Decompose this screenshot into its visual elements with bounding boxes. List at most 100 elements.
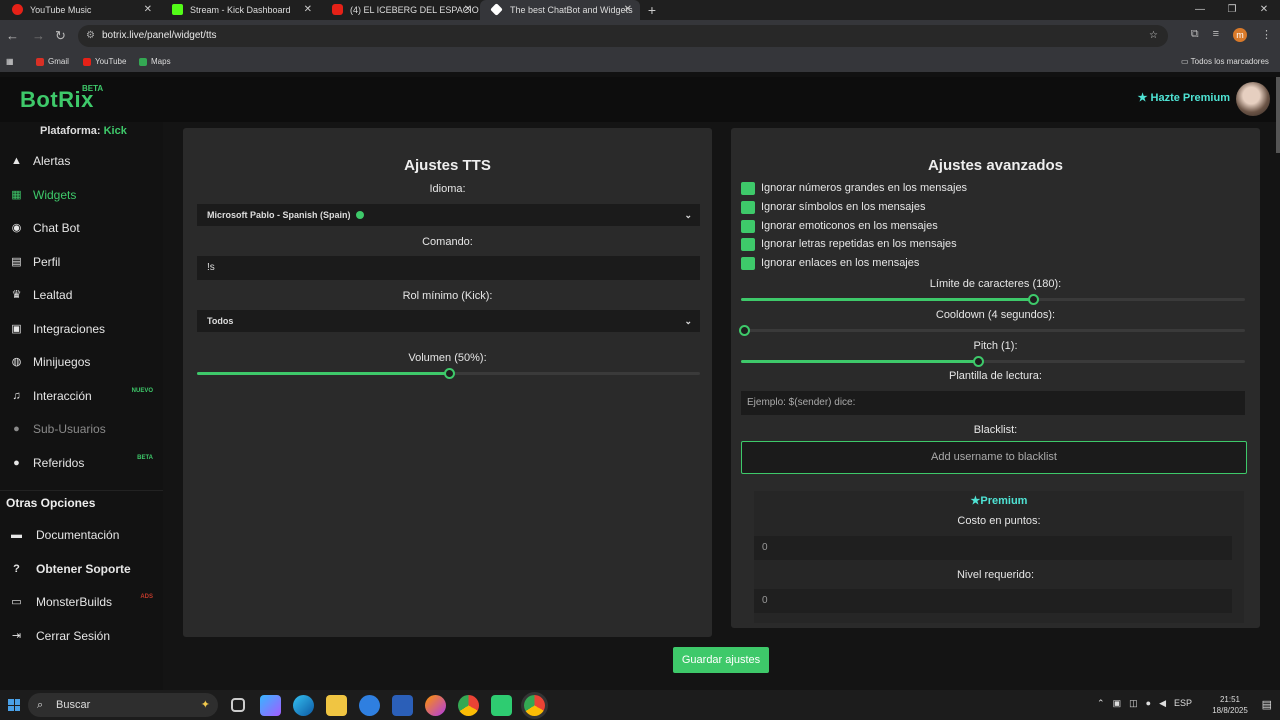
premium-heading: ★Premium xyxy=(970,495,1028,507)
sidebar-item-interaccion[interactable]: ♫ Interacción NUEVO xyxy=(0,383,163,409)
reload-icon[interactable]: ↻ xyxy=(55,28,66,44)
tray-chevron-icon[interactable]: ⌃ xyxy=(1097,698,1105,709)
slider-fill xyxy=(741,360,978,363)
volume-icon[interactable]: ◀ xyxy=(1159,698,1166,709)
checkbox-ignore-repeated[interactable] xyxy=(741,238,755,251)
taskbar-search[interactable]: ⌕ Buscar ✦ xyxy=(28,693,218,717)
forward-icon[interactable]: → xyxy=(32,28,45,43)
taskbar-clock[interactable]: 21:51 18/8/2025 xyxy=(1210,694,1250,716)
panel-title: Ajustes TTS xyxy=(404,157,491,174)
youtube-icon xyxy=(83,57,91,66)
char-limit-label: Límite de caracteres (180): xyxy=(929,278,1062,290)
folder-icon: ▭ xyxy=(1181,57,1191,66)
level-input[interactable]: 0 xyxy=(754,589,1232,613)
book-icon: ▬ xyxy=(11,529,22,541)
pitch-slider[interactable] xyxy=(741,356,1245,367)
tray-app-icon[interactable]: ▣ xyxy=(1113,698,1122,709)
sidebar-item-perfil[interactable]: ▤ Perfil xyxy=(0,249,163,275)
cost-input[interactable]: 0 xyxy=(754,536,1232,560)
sidebar-item-obtener-soporte[interactable]: ? Obtener Soporte xyxy=(0,556,163,582)
notification-icon[interactable]: ▤ xyxy=(1262,698,1272,711)
extensions-icon[interactable]: ⧉ xyxy=(1191,28,1199,42)
language-indicator[interactable]: ESP xyxy=(1174,698,1192,709)
close-icon[interactable]: ✕ xyxy=(304,0,312,20)
save-settings-button[interactable]: Guardar ajustes xyxy=(673,647,769,673)
windows-taskbar: ⌕ Buscar ✦ ⌃ ▣ ◫ ● ◀ ESP 21:51 18/8/2025… xyxy=(0,690,1280,720)
tab-kick-dashboard[interactable]: Stream - Kick Dashboard ✕ xyxy=(160,0,320,20)
all-bookmarks[interactable]: ▭ Todos los marcadores xyxy=(1181,52,1269,72)
close-icon[interactable]: ✕ xyxy=(624,0,632,20)
logout-icon: ⇥ xyxy=(11,630,22,642)
mic-icon[interactable]: ● xyxy=(1146,698,1151,709)
language-select[interactable]: Microsoft Pablo - Spanish (Spain) ⌄ xyxy=(197,204,700,226)
copilot-icon[interactable] xyxy=(260,695,281,716)
bookmark-maps[interactable]: Maps xyxy=(139,52,171,72)
tab-youtube-music[interactable]: YouTube Music ✕ xyxy=(0,0,160,20)
youtube-music-icon xyxy=(12,4,23,15)
sidebar-item-documentacion[interactable]: ▬ Documentación xyxy=(0,522,163,548)
tab-youtube-video[interactable]: (4) EL ICEBERG DEL ESPACIO EN ✕ xyxy=(320,0,480,20)
minimize-icon[interactable]: — xyxy=(1184,0,1216,20)
sidebar-divider xyxy=(0,490,163,491)
tab-botrix[interactable]: The best ChatBot and Widgets ✕ xyxy=(480,0,640,20)
command-input[interactable]: !s xyxy=(197,256,700,280)
char-limit-slider[interactable] xyxy=(741,294,1245,305)
cooldown-slider[interactable] xyxy=(739,325,1245,336)
checkbox-ignore-symbols[interactable] xyxy=(741,201,755,214)
file-explorer-icon[interactable] xyxy=(326,695,347,716)
close-icon[interactable]: ✕ xyxy=(464,0,472,20)
template-input[interactable]: Ejemplo: $(sender) dice: xyxy=(741,391,1245,415)
chrome-active-icon[interactable] xyxy=(524,695,545,716)
sidebar-item-lealtad[interactable]: ♛ Lealtad xyxy=(0,282,163,308)
blacklist-input[interactable]: Add username to blacklist xyxy=(741,441,1247,474)
chrome-icon[interactable] xyxy=(458,695,479,716)
sidebar-item-alertas[interactable]: ▲ Alertas xyxy=(0,148,163,174)
volume-label: Volumen (50%): xyxy=(408,352,487,364)
sidebar-item-cerrar-sesion[interactable]: ⇥ Cerrar Sesión xyxy=(0,623,163,649)
close-window-icon[interactable]: ✕ xyxy=(1248,0,1280,20)
slider-handle[interactable] xyxy=(739,325,750,336)
checkbox-ignore-links[interactable] xyxy=(741,257,755,270)
star-icon: ★ xyxy=(970,495,981,507)
profile-avatar[interactable]: m xyxy=(1233,28,1247,42)
firefox-icon[interactable] xyxy=(425,695,446,716)
network-icon[interactable]: ◫ xyxy=(1129,698,1138,709)
bookmark-star-icon[interactable]: ☆ xyxy=(1149,25,1158,47)
slider-handle[interactable] xyxy=(1028,294,1040,305)
sidebar-item-minijuegos[interactable]: ◍ Minijuegos xyxy=(0,349,163,375)
close-icon[interactable]: ✕ xyxy=(144,0,152,20)
checkbox-ignore-numbers[interactable] xyxy=(741,182,755,195)
restore-icon[interactable]: ❐ xyxy=(1216,0,1248,20)
task-view-icon[interactable] xyxy=(231,698,245,712)
min-role-select[interactable]: Todos ⌄ xyxy=(197,310,700,332)
youtube-icon xyxy=(332,4,343,15)
slider-handle[interactable] xyxy=(972,356,984,367)
volume-slider[interactable] xyxy=(197,368,700,379)
url-field[interactable]: ⚙ botrix.live/panel/widget/tts ☆ xyxy=(78,25,1168,47)
sidebar-item-referidos[interactable]: ● Referidos BETA xyxy=(0,450,163,476)
media-icon[interactable]: ≡ xyxy=(1213,28,1219,42)
bookmark-youtube[interactable]: YouTube xyxy=(83,52,126,72)
sidebar-item-monsterbuilds[interactable]: ▭ MonsterBuilds ADS xyxy=(0,589,163,615)
new-tab-button[interactable]: + xyxy=(640,0,664,20)
sidebar-item-integraciones[interactable]: ▣ Integraciones xyxy=(0,316,163,342)
page-scrollbar[interactable] xyxy=(1276,77,1280,153)
word-icon[interactable] xyxy=(392,695,413,716)
user-avatar[interactable] xyxy=(1236,82,1270,116)
edge-icon[interactable] xyxy=(293,695,314,716)
back-icon[interactable]: ← xyxy=(6,28,19,43)
sidebar-item-chat-bot[interactable]: ◉ Chat Bot xyxy=(0,215,163,241)
checkbox-ignore-emotes[interactable] xyxy=(741,220,755,233)
apps-grid-icon[interactable]: ▦ xyxy=(6,52,14,72)
menu-icon[interactable]: ⋮ xyxy=(1261,28,1272,42)
sidebar-item-widgets[interactable]: ▦ Widgets xyxy=(0,182,163,208)
premium-link[interactable]: ★ Hazte Premium xyxy=(1138,91,1230,104)
slider-handle[interactable] xyxy=(443,368,455,379)
taskbar-apps xyxy=(228,695,545,716)
app-icon-green[interactable] xyxy=(491,695,512,716)
app-icon[interactable] xyxy=(359,695,380,716)
windows-start-icon[interactable] xyxy=(8,699,20,711)
bookmark-gmail[interactable]: Gmail xyxy=(36,52,69,72)
sidebar-item-sub-usuarios[interactable]: ● Sub-Usuarios xyxy=(0,416,163,442)
site-info-icon[interactable]: ⚙ xyxy=(86,25,95,47)
